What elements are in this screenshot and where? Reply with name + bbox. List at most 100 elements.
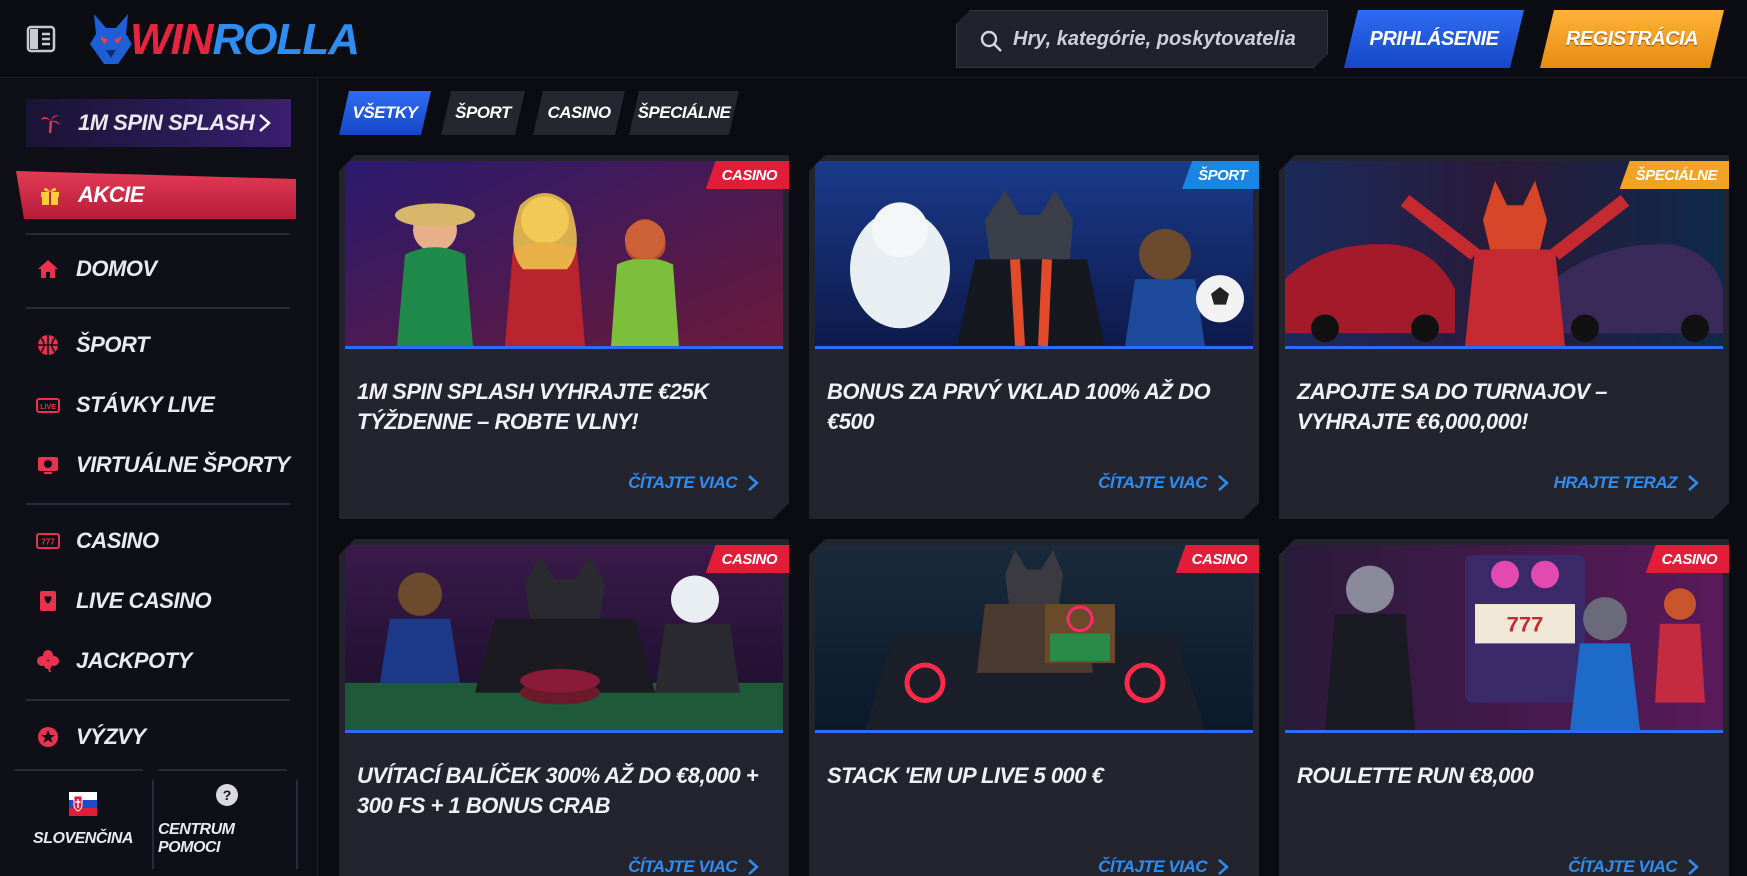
sidebar-item-vyzvy[interactable]: VÝZVY [36, 717, 146, 757]
promo-card[interactable]: 777 CASINO ROULETTE RUN €8,000 ČÍTAJTE V… [1279, 539, 1729, 876]
sidebar-item-jackpoty[interactable]: JACKPOTY [36, 641, 192, 681]
read-more-link[interactable]: ČÍTAJTE VIAC [628, 473, 759, 493]
sidebar-item-label: DOMOV [76, 256, 157, 281]
play-now-link[interactable]: HRAJTE TERAZ [1554, 473, 1699, 493]
virtual-sports-icon [38, 457, 58, 474]
sidebar-item-casino[interactable]: 777 CASINO [36, 521, 159, 561]
palm-tree-icon [41, 115, 60, 134]
logo-text: WINROLLA [130, 15, 360, 64]
search-box[interactable] [956, 10, 1328, 68]
svg-text:777: 777 [41, 538, 55, 547]
register-button[interactable]: REGISTRÁCIA [1540, 10, 1724, 68]
category-badge: CASINO [706, 161, 789, 189]
promo-title: ZAPOJTE SA DO TURNAJOV – VYHRAJTE €6,000… [1297, 379, 1607, 434]
slovakia-flag-icon [69, 792, 97, 816]
help-label: CENTRUM POMOCI [158, 821, 235, 856]
sidebar-item-label: CASINO [76, 528, 159, 553]
card-icon [40, 591, 56, 611]
promo-card[interactable]: CASINO STACK 'EM UP LIVE 5 000 € ČÍTAJTE… [809, 539, 1259, 876]
sidebar-item-label: ŠPORT [76, 332, 149, 357]
divider [26, 699, 290, 701]
divider [26, 307, 290, 309]
search-input[interactable] [1013, 11, 1313, 67]
sidebar-item-sport[interactable]: ŠPORT [36, 325, 149, 365]
help-center-button[interactable]: ? CENTRUM POMOCI [158, 769, 298, 869]
chevron-right-icon [1687, 474, 1699, 492]
category-badge: CASINO [1646, 545, 1729, 573]
svg-text:?: ? [223, 787, 232, 803]
clover-icon [37, 650, 59, 673]
divider [26, 233, 290, 235]
sidebar-item-label: LIVE CASINO [76, 588, 212, 613]
promo-title: BONUS ZA PRVÝ VKLAD 100% AŽ DO €500 [827, 379, 1211, 434]
sidebar-item-stavky-live[interactable]: LIVE STÁVKY LIVE [36, 385, 215, 425]
badge-star-icon [38, 727, 58, 747]
filter-special[interactable]: ŠPECIÁLNE [629, 91, 739, 135]
promo-image [345, 161, 783, 349]
svg-text:LIVE: LIVE [40, 404, 56, 411]
sidebar-item-domov[interactable]: DOMOV [36, 249, 157, 289]
basketball-icon [38, 335, 58, 355]
main-content: VŠETKY ŠPORT CASINO ŠPECIÁLNE CASINO 1M … [319, 79, 1747, 876]
read-more-label: ČÍTAJTE VIAC [1568, 857, 1677, 876]
read-more-label: ČÍTAJTE VIAC [1098, 473, 1207, 492]
promo-title: UVÍTACÍ BALÍČEK 300% AŽ DO €8,000 + 300 … [357, 763, 759, 818]
header: WINROLLA PRIHLÁSENIE REGISTRÁCIA [0, 0, 1747, 78]
sidebar-item-label: STÁVKY LIVE [76, 392, 215, 417]
wolf-logo-icon [90, 14, 132, 64]
play-now-label: HRAJTE TERAZ [1553, 473, 1677, 492]
sidebar-item-label: JACKPOTY [76, 648, 192, 673]
chevron-right-icon [1217, 858, 1229, 876]
filter-sport[interactable]: ŠPORT [441, 91, 525, 135]
slot-icon: 777 [36, 533, 60, 549]
promo-title: STACK 'EM UP LIVE 5 000 € [827, 763, 1104, 788]
home-icon [38, 260, 58, 278]
sidebar: 1M SPIN SPLASH AKCIE DOMOV ŠPORT LIVE ST… [0, 79, 318, 876]
read-more-label: ČÍTAJTE VIAC [1098, 857, 1207, 876]
promo-card[interactable]: CASINO 1M SPIN SPLASH VYHRAJTE €25K TÝŽD… [339, 155, 789, 519]
chevron-right-icon [747, 858, 759, 876]
divider [26, 503, 290, 505]
live-icon: LIVE [36, 398, 60, 413]
filter-all[interactable]: VŠETKY [339, 91, 431, 135]
language-label: SLOVENČINA [33, 830, 133, 847]
chevron-right-icon [259, 114, 271, 132]
sidebar-item-live-casino[interactable]: LIVE CASINO [36, 581, 212, 621]
read-more-link[interactable]: ČÍTAJTE VIAC [1098, 857, 1229, 876]
login-button[interactable]: PRIHLÁSENIE [1344, 10, 1524, 68]
sidebar-item-label: VIRTUÁLNE ŠPORTY [76, 452, 290, 477]
read-more-link[interactable]: ČÍTAJTE VIAC [1098, 473, 1229, 493]
category-badge: ŠPECIÁLNE [1620, 161, 1729, 189]
read-more-link[interactable]: ČÍTAJTE VIAC [628, 857, 759, 876]
sidebar-item-akcie[interactable]: AKCIE [16, 171, 296, 219]
help-icon: ? [215, 783, 239, 807]
promo-image [1285, 161, 1723, 349]
promo-image [815, 545, 1253, 733]
promo-title: ROULETTE RUN €8,000 [1297, 763, 1534, 788]
svg-text:777: 777 [1507, 612, 1544, 637]
category-badge: ŠPORT [1182, 161, 1259, 189]
promo-image [345, 545, 783, 733]
chevron-right-icon [1217, 474, 1229, 492]
read-more-link[interactable]: ČÍTAJTE VIAC [1568, 857, 1699, 876]
sidebar-item-label: 1M SPIN SPLASH [78, 110, 255, 135]
promo-image [815, 161, 1253, 349]
category-badge: CASINO [1176, 545, 1259, 573]
promo-title: 1M SPIN SPLASH VYHRAJTE €25K TÝŽDENNE – … [357, 379, 709, 434]
logo[interactable]: WINROLLA [86, 10, 360, 68]
promo-card[interactable]: ŠPORT BONUS ZA PRVÝ VKLAD 100% AŽ DO €50… [809, 155, 1259, 519]
sidebar-item-virtualne-sporty[interactable]: VIRTUÁLNE ŠPORTY [36, 445, 290, 485]
filter-casino[interactable]: CASINO [533, 91, 625, 135]
read-more-label: ČÍTAJTE VIAC [628, 857, 737, 876]
search-icon [979, 29, 1003, 53]
read-more-label: ČÍTAJTE VIAC [628, 473, 737, 492]
sidebar-toggle-icon[interactable] [26, 24, 56, 54]
promo-image: 777 [1285, 545, 1723, 733]
promo-card[interactable]: ŠPECIÁLNE ZAPOJTE SA DO TURNAJOV – VYHRA… [1279, 155, 1729, 519]
category-badge: CASINO [706, 545, 789, 573]
chevron-right-icon [747, 474, 759, 492]
sidebar-item-spin-splash[interactable]: 1M SPIN SPLASH [26, 99, 291, 147]
chevron-right-icon [1687, 858, 1699, 876]
promo-card[interactable]: CASINO UVÍTACÍ BALÍČEK 300% AŽ DO €8,000… [339, 539, 789, 876]
language-selector[interactable]: SLOVENČINA [14, 769, 154, 869]
